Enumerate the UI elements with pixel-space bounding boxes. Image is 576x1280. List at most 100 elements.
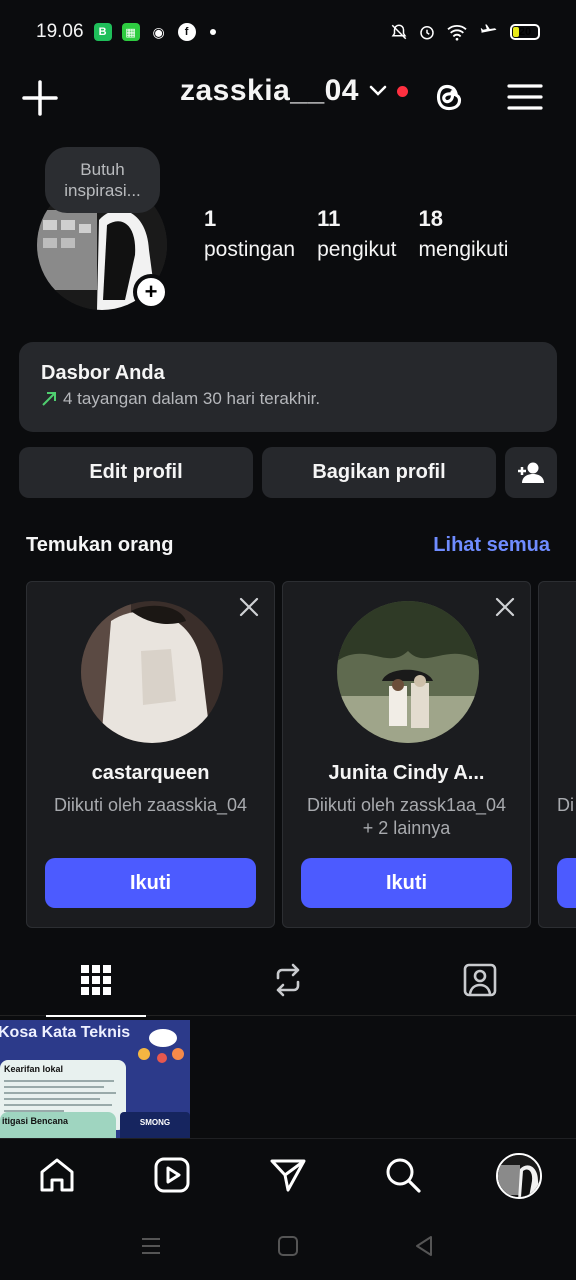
- suggested-people-carousel[interactable]: castarqueen Diikuti oleh zaasskia_04 Iku…: [26, 581, 576, 928]
- edit-profile-button[interactable]: Edit profil: [19, 447, 253, 498]
- tagged-user-icon: [463, 963, 497, 997]
- stat-label: mengikuti: [418, 238, 509, 261]
- suggestion-photo: [337, 601, 479, 743]
- profile-stats: 1 postingan 11 pengikut 18 mengikuti: [204, 205, 530, 267]
- post-badge: SMONG: [120, 1112, 190, 1138]
- suggestion-card[interactable]: Di: [538, 581, 576, 928]
- tab-reposts[interactable]: [192, 944, 384, 1016]
- unread-dot: [397, 85, 408, 97]
- wifi-icon: [447, 25, 467, 41]
- stat-label: postingan: [204, 238, 296, 261]
- reels-icon: [154, 1157, 190, 1193]
- alarm-icon: [420, 26, 434, 40]
- clock: 19.06: [36, 21, 84, 42]
- suggestion-avatar[interactable]: [81, 601, 223, 743]
- add-story-plus-icon[interactable]: +: [133, 274, 169, 310]
- nav-profile[interactable]: [495, 1152, 543, 1200]
- recents-icon: [142, 1238, 160, 1254]
- text-line: [4, 1098, 100, 1100]
- add-person-icon: [518, 462, 544, 483]
- post-illustration: [138, 1029, 184, 1063]
- airplane-icon: [480, 24, 497, 33]
- stat-number: 11: [317, 206, 341, 231]
- back-button[interactable]: [410, 1232, 438, 1260]
- dashboard-title: Dasbor Anda: [41, 362, 165, 384]
- text-line: [4, 1092, 116, 1094]
- battery-icon: 20: [510, 24, 540, 40]
- suggestion-photo: [81, 601, 223, 743]
- wa-business-icon: B: [93, 23, 112, 41]
- nav-messages[interactable]: [268, 1155, 308, 1195]
- recents-button[interactable]: [137, 1232, 165, 1260]
- status-right: 20: [390, 23, 540, 41]
- stat-followers[interactable]: 11 pengikut: [317, 205, 396, 267]
- suggestion-followed-by: Diikuti oleh zaasskia_04: [53, 795, 248, 815]
- dashboard-views-text: 4 tayangan dalam 30 hari terakhir.: [63, 389, 321, 408]
- suggestion-card[interactable]: Junita Cindy A... Diikuti oleh zassk1aa_…: [282, 581, 531, 928]
- back-triangle-icon: [416, 1236, 432, 1256]
- text-line: [4, 1086, 104, 1088]
- system-navigation-bar: [0, 1212, 576, 1280]
- suggestion-name[interactable]: castarqueen: [27, 762, 274, 785]
- status-bar: 19.06 B ▦ ◉ f 20: [0, 0, 576, 64]
- suggestion-followed-by-text: Di: [557, 795, 574, 815]
- suggestion-name[interactable]: Junita Cindy A...: [283, 762, 530, 785]
- tab-posts-grid[interactable]: [0, 944, 192, 1017]
- facebook-icon: f: [177, 23, 196, 41]
- repost-icon: [276, 963, 300, 997]
- status-left: 19.06 B ▦ ◉ f: [36, 21, 216, 43]
- profile-avatar-small: [496, 1153, 542, 1199]
- profile-header: zasskia__04: [0, 70, 576, 126]
- suggestion-followed-by: Diikuti oleh zassk1aa_04 + 2 lainnya: [306, 795, 507, 838]
- messages-icon: ▦: [121, 23, 140, 41]
- stat-label: pengikut: [317, 238, 397, 261]
- bottom-navigation: [0, 1138, 576, 1212]
- stat-number: 18: [418, 206, 443, 231]
- discover-people-button[interactable]: [505, 447, 557, 498]
- note-bubble[interactable]: Butuh inspirasi...: [45, 147, 160, 213]
- post-thumbnail[interactable]: Kosa Kata Teknis Kearifan lokal itigasi …: [0, 1020, 190, 1138]
- profile-tabs: [0, 944, 576, 1017]
- account-switcher[interactable]: zasskia__04: [180, 74, 408, 108]
- trend-up-icon: [42, 392, 56, 406]
- follow-button[interactable]: Ikuti: [301, 858, 512, 908]
- mute-icon: [391, 24, 407, 40]
- share-profile-button[interactable]: Bagikan profil: [262, 447, 496, 498]
- threads-icon[interactable]: [428, 76, 470, 118]
- chevron-down-icon: [369, 85, 387, 96]
- stat-posts[interactable]: 1 postingan: [204, 205, 295, 267]
- plus-icon[interactable]: [20, 78, 60, 118]
- suggestion-card[interactable]: castarqueen Diikuti oleh zaasskia_04 Iku…: [26, 581, 275, 928]
- follow-button[interactable]: [557, 858, 576, 908]
- dashboard-subtitle: 4 tayangan dalam 30 hari terakhir.: [41, 389, 535, 409]
- post-title-text: Kosa Kata Teknis: [0, 1024, 131, 1041]
- close-icon[interactable]: [238, 596, 260, 618]
- search-icon: [386, 1158, 421, 1193]
- stat-number: 1: [204, 206, 217, 231]
- nav-search[interactable]: [383, 1155, 423, 1195]
- home-button[interactable]: [274, 1232, 302, 1260]
- follow-button[interactable]: Ikuti: [45, 858, 256, 908]
- square-home-icon: [278, 1236, 298, 1256]
- post-card-heading: Kearifan lokal: [4, 1064, 64, 1074]
- see-all-link[interactable]: Lihat semua: [433, 534, 550, 557]
- stat-following[interactable]: 18 mengikuti: [418, 205, 508, 267]
- note-text: Butuh inspirasi...: [64, 160, 141, 200]
- nav-home[interactable]: [37, 1155, 77, 1195]
- avatar-photo: [498, 1155, 540, 1197]
- close-icon[interactable]: [494, 596, 516, 618]
- app-icon: ◉: [152, 23, 165, 40]
- text-line: [4, 1104, 112, 1106]
- grid-icon: [81, 965, 111, 995]
- home-icon: [40, 1158, 74, 1192]
- notification-dot: [209, 29, 216, 35]
- send-icon: [270, 1159, 306, 1192]
- nav-reels[interactable]: [152, 1155, 192, 1195]
- post-card-disaster: itigasi Bencana: [0, 1112, 116, 1138]
- text-line: [4, 1080, 114, 1082]
- tab-tagged[interactable]: [384, 944, 576, 1016]
- suggestion-avatar[interactable]: [337, 601, 479, 743]
- hamburger-menu-icon[interactable]: [506, 78, 544, 116]
- professional-dashboard[interactable]: Dasbor Anda 4 tayangan dalam 30 hari ter…: [19, 342, 557, 432]
- username: zasskia__04: [180, 74, 359, 107]
